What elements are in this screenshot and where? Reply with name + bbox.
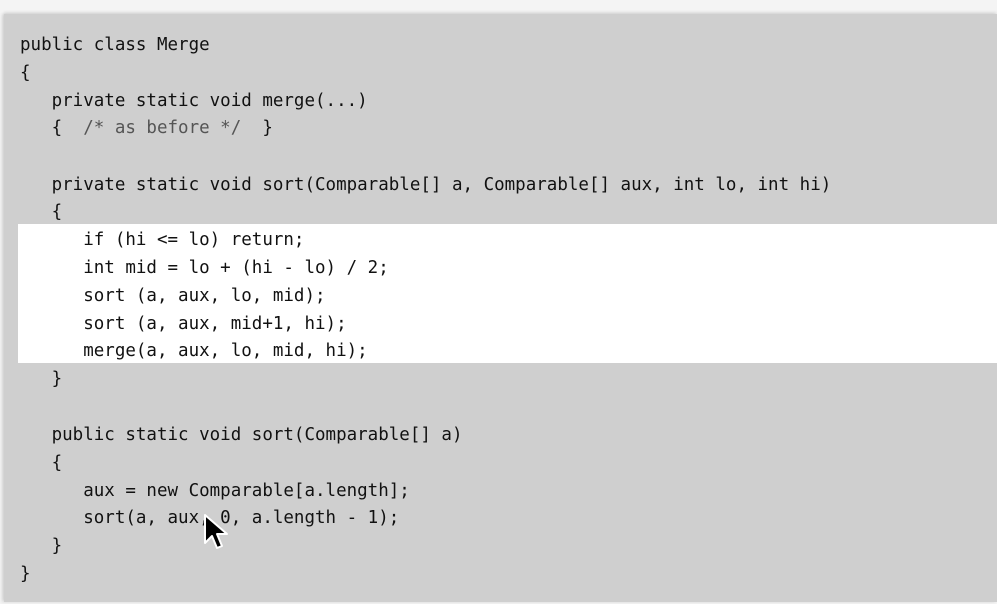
code-line-7: { xyxy=(20,202,63,222)
code-line-6: private static void sort(Comparable[] a,… xyxy=(20,175,832,195)
code-line-2: { xyxy=(20,63,31,83)
code-line-19: } xyxy=(20,536,63,556)
slide-panel: public class Merge { private static void… xyxy=(4,14,997,602)
code-line-3: private static void merge(...) xyxy=(20,91,368,111)
code-line-15: public static void sort(Comparable[] a) xyxy=(20,425,463,445)
code-line-13: } xyxy=(20,369,63,389)
code-line-4: { /* as before */ } xyxy=(20,118,273,138)
code-line-1: public class Merge xyxy=(20,35,210,55)
code-line-8: if (hi <= lo) return; xyxy=(20,230,305,250)
code-line-16: { xyxy=(20,453,63,473)
code-comment: /* as before */ xyxy=(83,118,242,138)
code-line-9: int mid = lo + (hi - lo) / 2; xyxy=(20,258,389,278)
code-line-20: } xyxy=(20,564,31,584)
code-line-12: merge(a, aux, lo, mid, hi); xyxy=(20,341,368,361)
code-line-17: aux = new Comparable[a.length]; xyxy=(20,481,410,501)
code-line-11: sort (a, aux, mid+1, hi); xyxy=(20,314,347,334)
code-line-10: sort (a, aux, lo, mid); xyxy=(20,286,326,306)
mouse-pointer-icon xyxy=(204,514,228,549)
